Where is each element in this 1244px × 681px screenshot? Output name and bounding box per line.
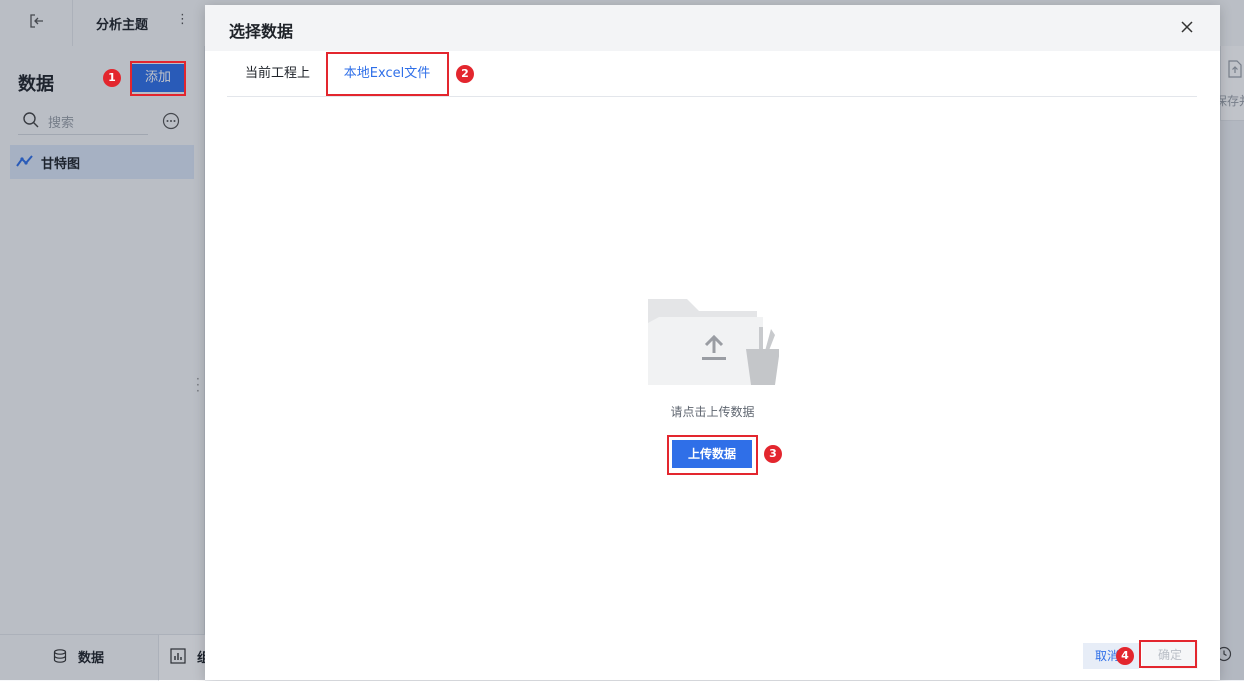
highlight-excel-tab: [326, 52, 449, 96]
step-badge-2: 2: [456, 65, 474, 83]
select-data-dialog: 选择数据 当前工程上 本地Excel文件 请点击上传数据 上传数据 取消 确定: [205, 5, 1220, 680]
close-icon[interactable]: [1179, 19, 1195, 35]
highlight-add-button: [130, 61, 186, 96]
dialog-title: 选择数据: [229, 22, 294, 41]
highlight-confirm-button: [1139, 640, 1197, 668]
dialog-header: 选择数据: [205, 5, 1220, 51]
step-badge-4: 4: [1116, 647, 1134, 665]
empty-hint: 请点击上传数据: [670, 405, 755, 419]
step-badge-1: 1: [103, 69, 121, 87]
tab-current-project[interactable]: 当前工程上: [245, 51, 310, 96]
folder-upload-icon: [648, 299, 779, 385]
step-badge-3: 3: [764, 445, 782, 463]
highlight-upload-button: [667, 435, 758, 475]
